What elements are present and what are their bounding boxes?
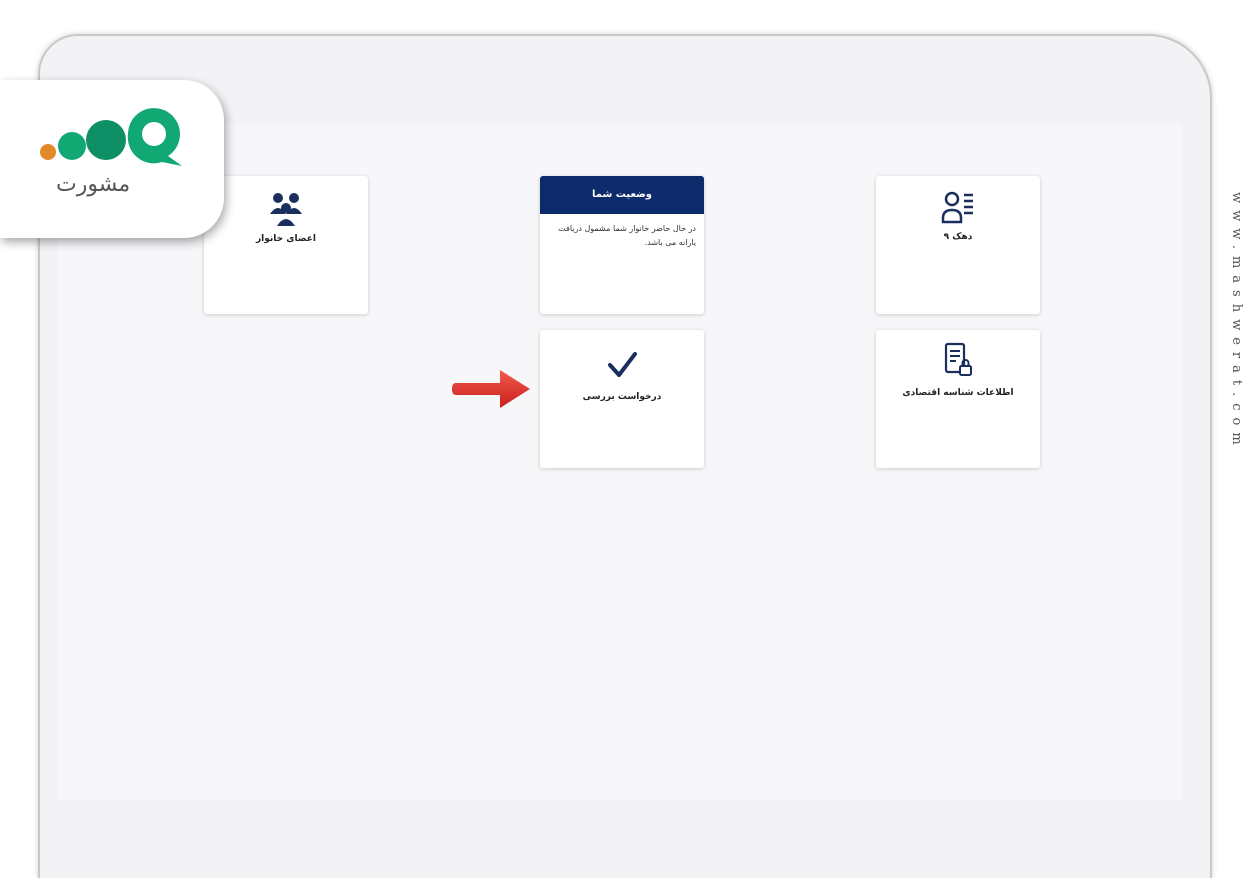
economic-id-label: اطلاعات شناسه اقتصادی [902,388,1014,398]
brand-logo: مشورت [0,80,224,238]
review-request-label: درخواست بررسی [582,392,662,402]
review-request-card[interactable]: درخواست بررسی [540,330,704,468]
brand-name: مشورت [56,172,131,197]
decile-card[interactable]: دهک ۹ [876,176,1040,314]
family-members-card[interactable]: اعضای خانوار [204,176,368,314]
status-message: در حال حاضر خانوار شما مشمول دریافت یارا… [558,224,696,247]
family-members-label: اعضای خانوار [255,234,317,244]
economic-id-card[interactable]: اطلاعات شناسه اقتصادی [876,330,1040,468]
status-title: وضعیت شما [540,176,704,214]
profile-list-icon [941,191,973,224]
logo-icon [40,108,182,166]
site-watermark: www.mashwerat.com [1229,192,1244,452]
pointer-arrow-icon [452,370,530,408]
family-group-icon [270,193,302,226]
document-lock-icon [944,342,972,376]
decile-label: دهک ۹ [943,232,973,242]
status-card: وضعیت شما در حال حاضر خانوار شما مشمول د… [540,176,704,314]
checkmark-icon [608,352,637,377]
